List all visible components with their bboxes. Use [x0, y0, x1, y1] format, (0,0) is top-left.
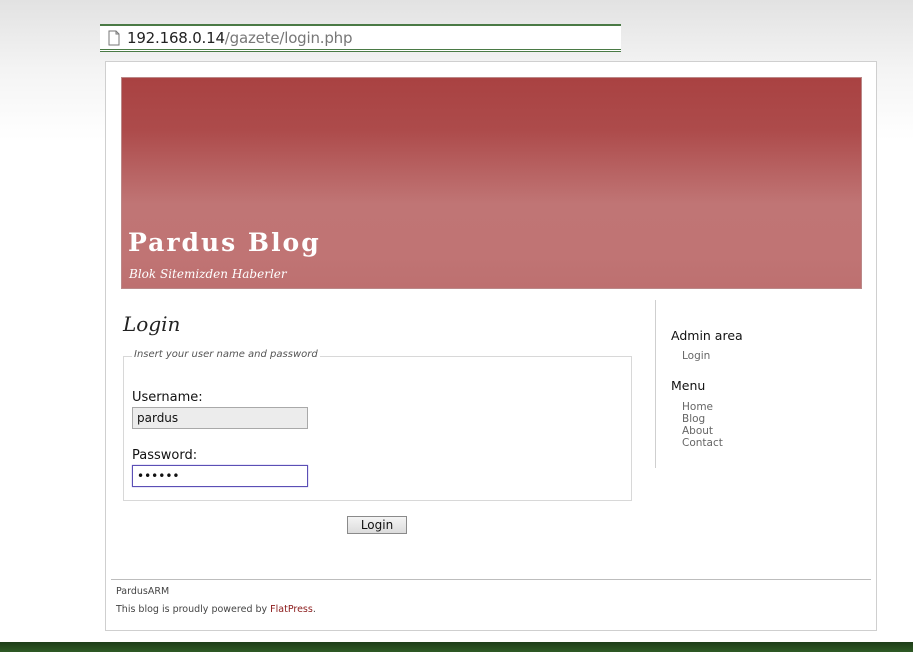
footer-powered-suffix: . [312, 604, 316, 615]
menu-list: Home Blog About Contact [682, 401, 723, 449]
site-title[interactable]: Pardus Blog [128, 228, 321, 257]
password-label: Password: [132, 448, 198, 463]
sidebar-heading-admin: Admin area [671, 328, 743, 343]
desktop-background-strip [0, 642, 913, 652]
footer-powered-text: This blog is proudly powered by [116, 604, 271, 615]
page-container: Pardus Blog Blok Sitemizden Haberler Log… [105, 61, 877, 631]
password-input[interactable] [132, 465, 308, 487]
sidebar-item-blog[interactable]: Blog [682, 413, 723, 425]
document-icon [108, 30, 120, 45]
address-bar[interactable]: 192.168.0.14/gazete/login.php [100, 24, 621, 52]
login-fieldset: Insert your user name and password Usern… [123, 349, 632, 501]
admin-list: Login [682, 350, 710, 362]
sidebar-item-about[interactable]: About [682, 425, 723, 437]
url-text[interactable]: 192.168.0.14/gazete/login.php [127, 29, 352, 47]
header-banner: Pardus Blog Blok Sitemizden Haberler [121, 77, 862, 289]
sidebar-heading-menu: Menu [671, 378, 706, 393]
page-title: Login [123, 312, 181, 336]
username-label: Username: [132, 390, 203, 405]
flatpress-link[interactable]: FlatPress [270, 604, 313, 615]
sidebar-item-login[interactable]: Login [682, 350, 710, 362]
sidebar-item-home[interactable]: Home [682, 401, 723, 413]
login-button[interactable]: Login [347, 516, 407, 534]
username-input[interactable] [132, 407, 308, 429]
sidebar-item-contact[interactable]: Contact [682, 437, 723, 449]
fieldset-legend: Insert your user name and password [132, 349, 320, 360]
url-path: /gazete/login.php [224, 28, 353, 47]
footer-site-name: PardusARM [116, 586, 170, 597]
site-subtitle: Blok Sitemizden Haberler [129, 267, 287, 281]
url-host: 192.168.0.14 [127, 28, 225, 47]
footer-powered: This blog is proudly powered by FlatPres… [116, 604, 316, 615]
footer-divider [111, 579, 871, 580]
sidebar-divider [655, 300, 656, 468]
